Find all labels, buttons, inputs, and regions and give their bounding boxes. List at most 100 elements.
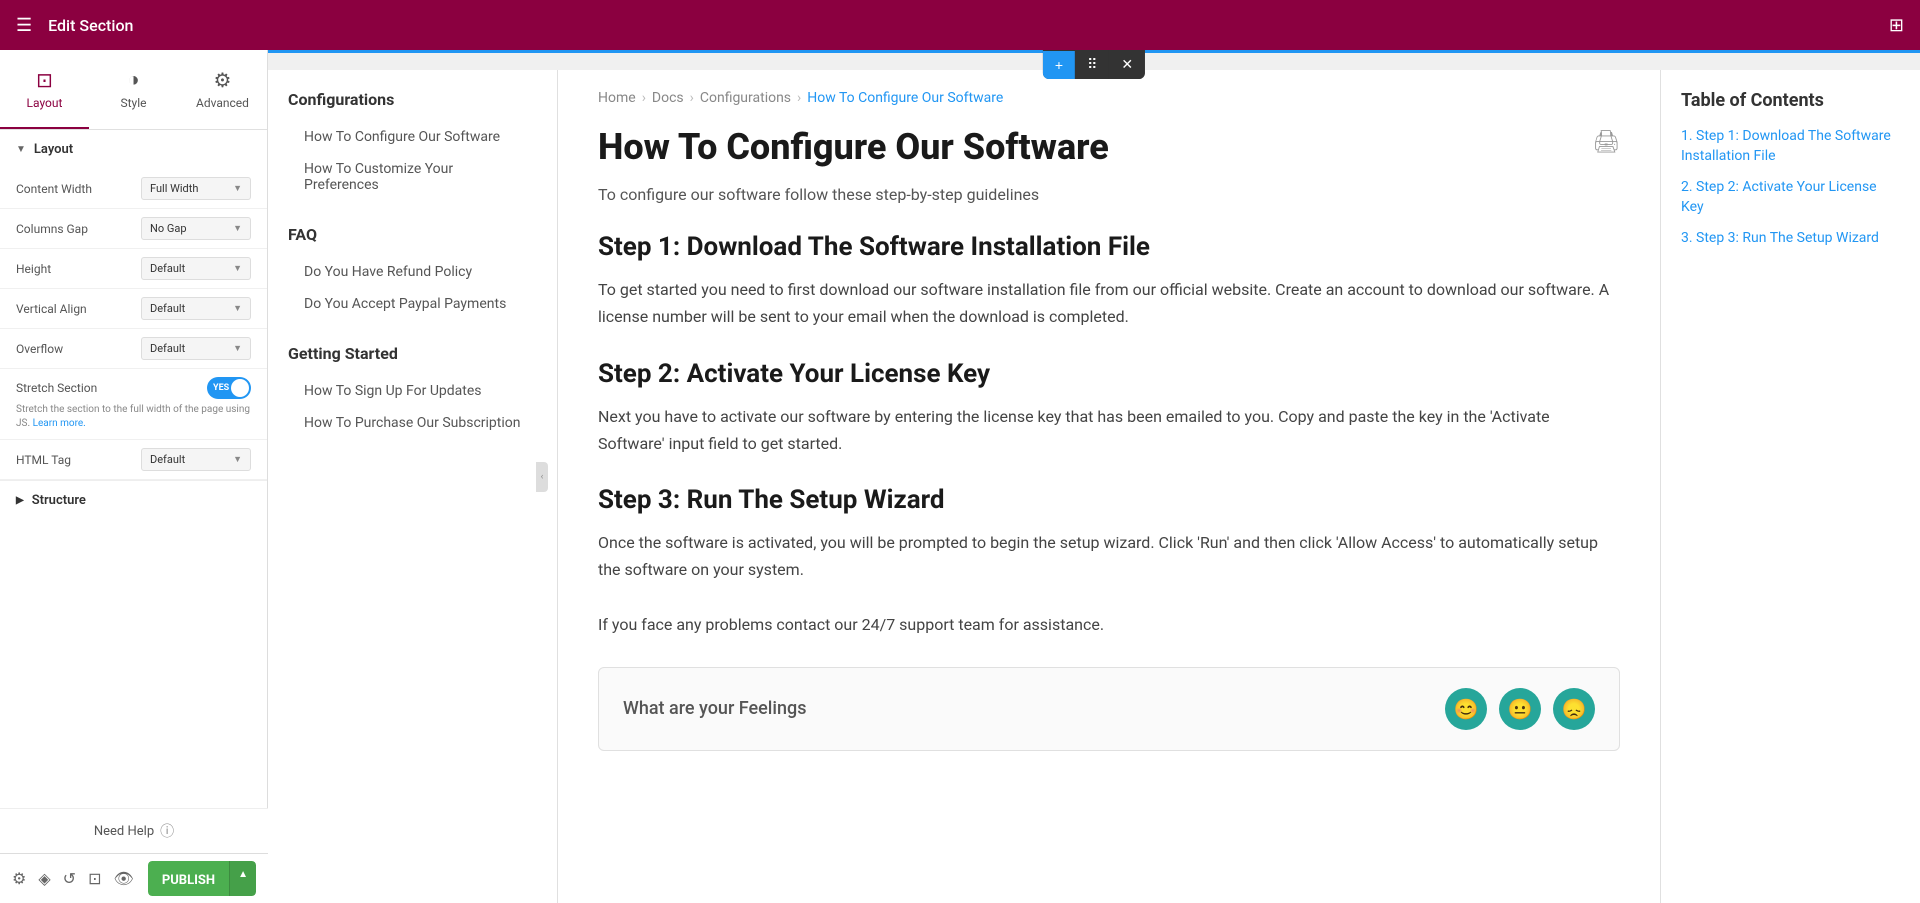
nav-link-refund-policy[interactable]: Do You Have Refund Policy: [288, 256, 537, 288]
nav-collapse-handle[interactable]: ‹: [536, 462, 548, 492]
nav-group-configurations: Configurations How To Configure Our Soft…: [288, 90, 537, 201]
page-content: ‹ Configurations How To Configure Our So…: [268, 50, 1920, 903]
html-tag-caret: ▼: [233, 454, 242, 465]
grid-icon[interactable]: ⊞: [1889, 15, 1904, 36]
columns-gap-label: Columns Gap: [16, 222, 141, 236]
content-width-row: Content Width Full Width ▼: [0, 169, 267, 209]
publish-arrow-button[interactable]: ▲: [229, 861, 256, 896]
layout-arrow-icon: ▼: [16, 144, 26, 155]
bottom-toolbar: ⚙ ◈ ↺ ⊡ 👁 PUBLISH ▲: [0, 853, 268, 903]
breadcrumb-sep-3: ›: [797, 90, 801, 106]
history-icon[interactable]: ↺: [63, 869, 76, 888]
article-title: How To Configure Our Software: [598, 126, 1620, 169]
toc-title: Table of Contents: [1681, 90, 1900, 111]
nav-group-getting-started: Getting Started How To Sign Up For Updat…: [288, 344, 537, 439]
toggle-yes-label: YES: [213, 383, 229, 393]
tab-advanced-label: Advanced: [196, 96, 249, 110]
vertical-align-value: Default: [150, 302, 185, 315]
close-element-button[interactable]: ✕: [1109, 50, 1145, 79]
eye-icon[interactable]: 👁: [113, 869, 133, 888]
stretch-toggle[interactable]: YES: [207, 377, 251, 399]
nav-group-configurations-title: Configurations: [288, 90, 537, 109]
article-intro: To configure our software follow these s…: [598, 185, 1620, 204]
floating-toolbar: + ⠿ ✕: [1043, 50, 1145, 79]
add-element-button[interactable]: +: [1043, 51, 1075, 79]
nav-sidebar: ‹ Configurations How To Configure Our So…: [268, 70, 558, 903]
toc-item-3[interactable]: 3. Step 3: Run The Setup Wizard: [1681, 229, 1900, 249]
feelings-prompt: What are your Feelings: [623, 698, 806, 719]
height-caret: ▼: [233, 263, 242, 274]
structure-section-label: Structure: [32, 493, 86, 508]
content-width-value: Full Width: [150, 182, 198, 195]
publish-button[interactable]: PUBLISH: [148, 861, 229, 896]
feeling-sad-icon[interactable]: 😞: [1553, 688, 1595, 730]
menu-icon[interactable]: ☰: [16, 15, 32, 36]
stretch-section-label: Stretch Section: [16, 381, 97, 395]
overflow-caret: ▼: [233, 343, 242, 354]
tab-advanced[interactable]: ⚙ Advanced: [178, 50, 267, 129]
main-area: ⊡ Layout ◑ Style ⚙ Advanced ▼ Layout Con…: [0, 50, 1920, 903]
columns-gap-value: No Gap: [150, 222, 187, 235]
html-tag-select[interactable]: Default ▼: [141, 448, 251, 471]
collapse-chevron-icon: ‹: [541, 472, 544, 482]
breadcrumb-docs[interactable]: Docs: [652, 90, 684, 106]
nav-link-purchase-subscription[interactable]: How To Purchase Our Subscription: [288, 407, 537, 439]
print-icon[interactable]: 🖨: [1592, 130, 1620, 155]
tab-layout[interactable]: ⊡ Layout: [0, 50, 89, 129]
tab-layout-label: Layout: [27, 96, 63, 110]
step-1-title: Step 1: Download The Software Installati…: [598, 232, 1620, 262]
left-panel: ⊡ Layout ◑ Style ⚙ Advanced ▼ Layout Con…: [0, 50, 268, 903]
step-1-body: To get started you need to first downloa…: [598, 276, 1620, 330]
move-handle[interactable]: ⠿: [1075, 50, 1109, 79]
page-title: Edit Section: [48, 16, 1889, 35]
support-note: If you face any problems contact our 24/…: [598, 611, 1620, 638]
structure-section-header[interactable]: ▶ Structure: [0, 480, 267, 520]
breadcrumb-sep-2: ›: [690, 90, 694, 106]
tab-style[interactable]: ◑ Style: [89, 50, 178, 129]
layout-section-header[interactable]: ▼ Layout: [0, 130, 267, 169]
overflow-select[interactable]: Default ▼: [141, 337, 251, 360]
columns-gap-caret: ▼: [233, 223, 242, 234]
html-tag-label: HTML Tag: [16, 453, 141, 467]
stretch-learn-more[interactable]: Learn more.: [33, 418, 86, 429]
feeling-happy-icon[interactable]: 😊: [1445, 688, 1487, 730]
vertical-align-caret: ▼: [233, 303, 242, 314]
settings-icon[interactable]: ⚙: [12, 869, 26, 888]
stretch-note: Stretch the section to the full width of…: [16, 403, 251, 431]
nav-group-faq: FAQ Do You Have Refund Policy Do You Acc…: [288, 225, 537, 320]
breadcrumb-home[interactable]: Home: [598, 90, 636, 106]
toc-item-1[interactable]: 1. Step 1: Download The Software Install…: [1681, 127, 1900, 166]
style-tab-icon: ◑: [127, 67, 139, 92]
columns-gap-select[interactable]: No Gap ▼: [141, 217, 251, 240]
publish-group: PUBLISH ▲: [148, 861, 256, 896]
need-help-text: Need Help: [94, 824, 154, 839]
feeling-neutral-icon[interactable]: 😐: [1499, 688, 1541, 730]
height-select[interactable]: Default ▼: [141, 257, 251, 280]
nav-link-sign-up-updates[interactable]: How To Sign Up For Updates: [288, 375, 537, 407]
vertical-align-select[interactable]: Default ▼: [141, 297, 251, 320]
layout-section-label: Layout: [34, 142, 73, 157]
panel-content: ▼ Layout Content Width Full Width ▼ Colu…: [0, 130, 267, 903]
content-area: + ⠿ ✕ ‹ Configurations How To Configure …: [268, 50, 1920, 903]
height-value: Default: [150, 262, 185, 275]
toc-item-2[interactable]: 2. Step 2: Activate Your License Key: [1681, 178, 1900, 217]
feelings-icons: 😊 😐 😞: [1445, 688, 1595, 730]
nav-group-getting-started-title: Getting Started: [288, 344, 537, 363]
feelings-box: What are your Feelings 😊 😐 😞: [598, 667, 1620, 751]
need-help-bar[interactable]: Need Help ⓘ: [0, 808, 268, 853]
vertical-align-label: Vertical Align: [16, 302, 141, 316]
structure-arrow-icon: ▶: [16, 495, 24, 506]
nav-link-configure-software[interactable]: How To Configure Our Software: [288, 121, 537, 153]
toggle-knob: [231, 379, 249, 397]
breadcrumb-active: How To Configure Our Software: [807, 90, 1003, 106]
article-area: 🖨 Home › Docs › Configurations › How To …: [558, 70, 1660, 903]
nav-link-paypal-payments[interactable]: Do You Accept Paypal Payments: [288, 288, 537, 320]
content-width-select[interactable]: Full Width ▼: [141, 177, 251, 200]
layers-icon[interactable]: ◈: [38, 869, 50, 888]
vertical-align-row: Vertical Align Default ▼: [0, 289, 267, 329]
nav-link-customize-preferences[interactable]: How To Customize Your Preferences: [288, 153, 537, 201]
breadcrumb-configurations[interactable]: Configurations: [700, 90, 791, 106]
responsive-icon[interactable]: ⊡: [88, 869, 101, 888]
nav-group-faq-title: FAQ: [288, 225, 537, 244]
step-2-title: Step 2: Activate Your License Key: [598, 359, 1620, 389]
